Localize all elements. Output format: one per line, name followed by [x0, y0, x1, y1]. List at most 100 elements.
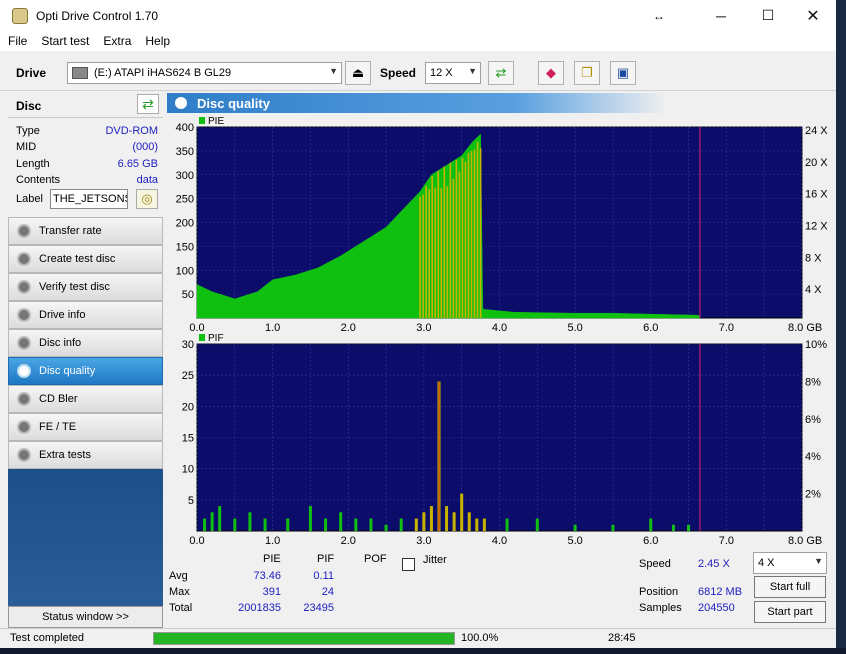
y-tick-label: 300: [176, 170, 194, 182]
chevron-down-icon: ▼: [814, 556, 823, 566]
pif-bar: [573, 524, 577, 531]
disc-label-button[interactable]: ◎: [136, 189, 158, 209]
x-tick-label: 6.0: [643, 322, 658, 334]
y-tick-label: 100: [176, 265, 194, 277]
close-button[interactable]: ✕: [790, 0, 836, 31]
pif-bar: [467, 512, 471, 531]
pif-bar: [218, 506, 222, 531]
x-tick-label: 8.0 GB: [788, 535, 822, 547]
nav-disc-quality[interactable]: Disc quality: [8, 357, 163, 385]
start-full-button[interactable]: Start full: [754, 576, 826, 598]
y-tick-label: 250: [176, 194, 194, 206]
taskbar: [0, 648, 846, 654]
samples-value: 204550: [698, 602, 735, 614]
x-tick-label: 5.0: [567, 322, 582, 334]
y-tick-label: 5: [188, 495, 194, 507]
x-tick-label: 7.0: [719, 535, 734, 547]
refresh-button[interactable]: ⇄: [488, 61, 514, 85]
stats-row-avg-label: Avg: [169, 570, 188, 582]
y2-tick-label: 4 X: [805, 284, 822, 296]
y2-tick-label: 8%: [805, 376, 821, 388]
copy-icon: ❐: [581, 65, 593, 80]
menu-file[interactable]: File: [8, 34, 27, 48]
pif-bar: [482, 518, 486, 531]
speed-label: Speed: [380, 66, 417, 80]
save-icon: ▣: [616, 65, 630, 80]
progress-fill: [154, 633, 454, 644]
drive-select-value: (E:) ATAPI iHAS624 B GL29: [94, 67, 232, 79]
pif-bar: [263, 518, 267, 531]
nav-disc-info[interactable]: Disc info: [8, 329, 163, 357]
disc-refresh-button[interactable]: ⇄: [137, 94, 159, 114]
pif-bar: [414, 518, 418, 531]
minimize-button[interactable]: ─: [698, 0, 744, 31]
status-window-button[interactable]: Status window >>: [8, 606, 163, 628]
pif-bar: [399, 518, 403, 531]
jitter-checkbox[interactable]: [402, 558, 415, 571]
drive-label: Drive: [16, 66, 47, 80]
pif-bar: [286, 518, 290, 531]
x-tick-label: 5.0: [567, 535, 582, 547]
copy-button[interactable]: ❐: [574, 61, 600, 85]
pif-bar: [308, 506, 312, 531]
menu-help[interactable]: Help: [145, 34, 170, 48]
maximize-button[interactable]: ☐: [745, 0, 791, 31]
stats-max-pie: 391: [262, 586, 281, 598]
x-tick-label: 1.0: [265, 322, 280, 334]
disc-label-field[interactable]: THE_JETSONS_: [50, 189, 128, 209]
speed-readout-label: Speed: [639, 558, 671, 570]
eject-button[interactable]: ⏏: [345, 61, 371, 85]
menu-start-test[interactable]: Start test: [41, 34, 89, 48]
title-bar: Opti Drive Control 1.70 ↔ ─ ☐ ✕: [0, 0, 836, 31]
y2-tick-label: 6%: [805, 414, 821, 426]
chevron-down-icon: ▼: [468, 66, 477, 76]
legend-swatch: [199, 117, 205, 124]
save-button[interactable]: ▣: [610, 61, 636, 85]
x-tick-label: 2.0: [341, 322, 356, 334]
y-tick-label: 15: [182, 433, 194, 445]
drive-select[interactable]: (E:) ATAPI iHAS624 B GL29 ▼: [67, 62, 342, 84]
resize-icon[interactable]: ↔: [636, 0, 682, 31]
stats-row-max-label: Max: [169, 586, 190, 598]
stats-avg-pif: 0.11: [313, 570, 334, 582]
jitter-label: Jitter: [423, 554, 447, 566]
pif-bar: [671, 524, 675, 531]
pif-bar: [445, 506, 449, 531]
pif-bar: [354, 518, 358, 531]
nav-extra-tests[interactable]: Extra tests: [8, 441, 163, 469]
x-tick-label: 8.0 GB: [788, 322, 822, 334]
nav-verify-test-disc[interactable]: Verify test disc: [8, 273, 163, 301]
disc-icon: [17, 448, 31, 462]
nav-transfer-rate[interactable]: Transfer rate: [8, 217, 163, 245]
y-tick-label: 25: [182, 370, 194, 382]
left-pane: Disc ⇄ Type DVD-ROM MID (000) Length 6.65 G…: [8, 91, 163, 632]
disc-icon: [17, 252, 31, 266]
erase-button[interactable]: ◆: [538, 61, 564, 85]
pif-bar: [324, 518, 328, 531]
pif-bar: [505, 518, 509, 531]
pif-bar: [339, 512, 343, 531]
y2-tick-label: 20 X: [805, 157, 828, 169]
toolbar: Drive (E:) ATAPI iHAS624 B GL29 ▼ ⏏ Spee…: [0, 51, 836, 91]
pif-bar: [687, 524, 691, 531]
stats-row-total-label: Total: [169, 602, 193, 614]
nav-cd-bler[interactable]: CD Bler: [8, 385, 163, 413]
disc-icon: [17, 392, 31, 406]
speed-readout-value: 2.45 X: [698, 558, 730, 570]
test-speed-select[interactable]: 4 X ▼: [753, 552, 827, 574]
pif-bar: [369, 518, 373, 531]
y-tick-label: 200: [176, 218, 194, 230]
start-part-button[interactable]: Start part: [754, 601, 826, 623]
panel-title: Disc quality: [197, 95, 270, 111]
pif-bar: [460, 493, 464, 531]
nav-create-test-disc[interactable]: Create test disc: [8, 245, 163, 273]
menu-extra[interactable]: Extra: [103, 34, 131, 48]
disc-header-title: Disc: [16, 99, 42, 113]
progress-bar: [153, 632, 455, 645]
nav-drive-info[interactable]: Drive info: [8, 301, 163, 329]
eject-icon: ⏏: [351, 65, 365, 80]
speed-select[interactable]: 12 X ▼: [425, 62, 481, 84]
pif-bar: [452, 512, 456, 531]
nav-fe-te[interactable]: FE / TE: [8, 413, 163, 441]
x-tick-label: 4.0: [492, 535, 507, 547]
